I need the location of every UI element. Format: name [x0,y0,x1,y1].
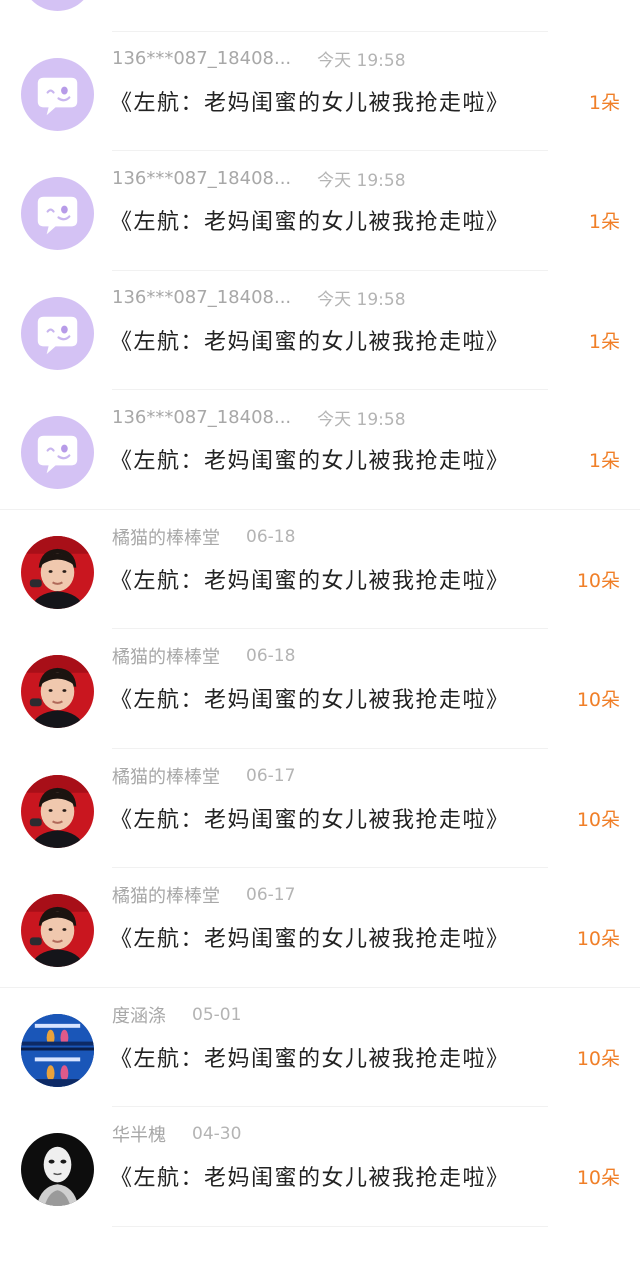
sender-name[interactable]: 136***087_18408... [112,407,291,428]
gift-record-row[interactable]: 橘猫的棒棒堂 06-17 《左航：老妈闺蜜的女儿被我抢走啦》 10朵 [0,749,640,869]
flower-count: 1朵 [588,330,620,353]
gift-record-list: 136***087_18408... 今天 19:58 《左航：老妈闺蜜的女儿被… [0,0,640,1227]
book-title: 《左航：老妈闺蜜的女儿被我抢走啦》 [110,449,510,474]
user-photo-avatar[interactable] [21,655,94,728]
timestamp: 06-18 [246,646,296,666]
row-meta: 华半槐 04-30 [112,1122,241,1146]
flower-count: 10朵 [576,569,620,592]
flower-count: 10朵 [576,1047,620,1070]
book-title: 《左航：老妈闺蜜的女儿被我抢走啦》 [110,210,510,235]
book-title: 《左航：老妈闺蜜的女儿被我抢走啦》 [110,927,510,952]
timestamp: 06-18 [246,526,296,547]
gift-record-row[interactable]: 橘猫的棒棒堂 06-18 《左航：老妈闺蜜的女儿被我抢走啦》 10朵 [0,510,640,630]
default-avatar-chat-bubble-icon[interactable] [21,57,94,131]
sender-name[interactable]: 橘猫的棒棒堂 [112,643,220,669]
timestamp: 今天 19:58 [317,290,406,310]
book-title: 《左航：老妈闺蜜的女儿被我抢走啦》 [110,1046,510,1072]
timestamp: 06-17 [246,765,296,786]
row-meta: 度涵涤 05-01 [112,1003,241,1027]
sender-name[interactable]: 136***087_18408... [112,168,291,189]
sender-name[interactable]: 橘猫的棒棒堂 [112,882,220,908]
timestamp: 今天 19:58 [317,170,406,191]
row-meta: 136***087_18408... 今天 19:58 [112,286,406,310]
user-photo-avatar[interactable] [21,1013,94,1087]
timestamp: 04-30 [192,1124,242,1144]
gift-record-row[interactable]: 橘猫的棒棒堂 06-18 《左航：老妈闺蜜的女儿被我抢走啦》 10朵 [0,629,640,749]
gift-record-row[interactable]: 华半槐 04-30 《左航：老妈闺蜜的女儿被我抢走啦》 10朵 [0,1107,640,1227]
gift-record-row[interactable]: 136***087_18408... 今天 19:58 《左航：老妈闺蜜的女儿被… [0,151,640,271]
book-title: 《左航：老妈闺蜜的女儿被我抢走啦》 [110,807,510,833]
sender-name[interactable]: 华半槐 [112,1121,166,1147]
flower-count: 10朵 [576,1167,620,1189]
gift-record-row[interactable]: 136***087_18408... 今天 19:58 《左航：老妈闺蜜的女儿被… [0,271,640,391]
gift-record-row[interactable]: 136***087_18408... 今天 19:58 《左航：老妈闺蜜的女儿被… [0,32,640,152]
row-meta: 橘猫的棒棒堂 06-18 [112,525,295,549]
book-title: 《左航：老妈闺蜜的女儿被我抢走啦》 [110,1166,510,1191]
flower-count: 1朵 [588,91,620,114]
default-avatar-chat-bubble-icon[interactable] [21,296,94,370]
gift-record-row[interactable]: 橘猫的棒棒堂 06-17 《左航：老妈闺蜜的女儿被我抢走啦》 10朵 [0,868,640,988]
user-photo-avatar[interactable] [21,1133,94,1206]
row-meta: 橘猫的棒棒堂 06-17 [112,883,295,907]
timestamp: 今天 19:58 [317,409,406,430]
sender-name[interactable]: 度涵涤 [112,1002,166,1028]
timestamp: 今天 19:58 [317,51,406,71]
user-photo-avatar[interactable] [21,894,94,967]
gift-record-row[interactable]: 136***087_18408... 今天 19:58 《左航：老妈闺蜜的女儿被… [0,390,640,510]
gift-record-row[interactable]: 度涵涤 05-01 《左航：老妈闺蜜的女儿被我抢走啦》 10朵 [0,988,640,1108]
timestamp: 05-01 [192,1004,242,1025]
flower-count: 10朵 [576,689,620,711]
sender-name[interactable]: 136***087_18408... [112,287,291,308]
row-meta: 136***087_18408... 今天 19:58 [112,166,406,191]
book-title: 《左航：老妈闺蜜的女儿被我抢走啦》 [110,688,510,713]
default-avatar-chat-bubble-icon[interactable] [21,416,94,489]
flower-count: 1朵 [588,211,620,233]
row-meta: 136***087_18408... 今天 19:58 [112,47,406,71]
default-avatar-chat-bubble-icon[interactable] [21,0,94,11]
flower-count: 10朵 [576,928,620,950]
book-title: 《左航：老妈闺蜜的女儿被我抢走啦》 [110,90,510,116]
timestamp: 06-17 [246,885,296,905]
row-meta: 136***087_18408... 今天 19:58 [112,405,406,430]
user-photo-avatar[interactable] [21,774,94,848]
book-title: 《左航：老妈闺蜜的女儿被我抢走啦》 [110,329,510,355]
sender-name[interactable]: 橘猫的棒棒堂 [112,524,220,550]
row-meta: 橘猫的棒棒堂 06-17 [112,764,295,788]
gift-record-row[interactable]: 136***087_18408... 今天 19:58 《左航：老妈闺蜜的女儿被… [0,0,640,32]
user-photo-avatar[interactable] [21,535,94,609]
book-title: 《左航：老妈闺蜜的女儿被我抢走啦》 [110,568,510,594]
row-meta: 橘猫的棒棒堂 06-18 [112,644,295,668]
sender-name[interactable]: 136***087_18408... [112,48,291,69]
default-avatar-chat-bubble-icon[interactable] [21,177,94,250]
flower-count: 10朵 [576,808,620,831]
sender-name[interactable]: 橘猫的棒棒堂 [112,763,220,789]
flower-count: 1朵 [588,450,620,472]
